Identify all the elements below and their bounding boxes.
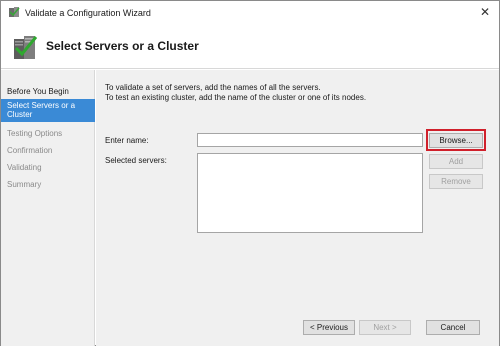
browse-button[interactable]: Browse... <box>429 133 483 148</box>
page-header: Select Servers or a Cluster <box>1 25 499 69</box>
close-icon[interactable]: ✕ <box>477 5 493 19</box>
previous-button[interactable]: < Previous <box>303 320 355 335</box>
selected-servers-label: Selected servers: <box>105 156 167 165</box>
sidebar-item-validating[interactable]: Validating <box>1 163 95 172</box>
instruction-line-1: To validate a set of servers, add the na… <box>105 83 321 92</box>
wizard-app-icon <box>9 7 20 17</box>
enter-name-input[interactable] <box>197 133 423 147</box>
main-panel: To validate a set of servers, add the na… <box>96 70 499 346</box>
sidebar-item-summary[interactable]: Summary <box>1 180 95 189</box>
remove-button[interactable]: Remove <box>429 174 483 189</box>
wizard-window: Validate a Configuration Wizard ✕ Select… <box>0 0 500 346</box>
enter-name-label: Enter name: <box>105 136 149 145</box>
sidebar-item-before-you-begin[interactable]: Before You Begin <box>1 87 95 96</box>
add-button[interactable]: Add <box>429 154 483 169</box>
sidebar-item-confirmation[interactable]: Confirmation <box>1 146 95 155</box>
sidebar-item-testing-options[interactable]: Testing Options <box>1 129 95 138</box>
next-button[interactable]: Next > <box>359 320 411 335</box>
page-title: Select Servers or a Cluster <box>46 39 199 53</box>
wizard-steps-sidebar: Before You Begin Select Servers or a Clu… <box>1 70 95 346</box>
selected-servers-list[interactable] <box>197 153 423 233</box>
cancel-button[interactable]: Cancel <box>426 320 480 335</box>
window-title: Validate a Configuration Wizard <box>25 8 151 18</box>
cluster-checklist-icon <box>14 36 38 59</box>
sidebar-item-select-servers[interactable]: Select Servers or a Cluster <box>1 99 95 122</box>
instruction-line-2: To test an existing cluster, add the nam… <box>105 93 367 102</box>
instructions: To validate a set of servers, add the na… <box>105 83 485 103</box>
title-bar: Validate a Configuration Wizard ✕ <box>1 1 499 25</box>
